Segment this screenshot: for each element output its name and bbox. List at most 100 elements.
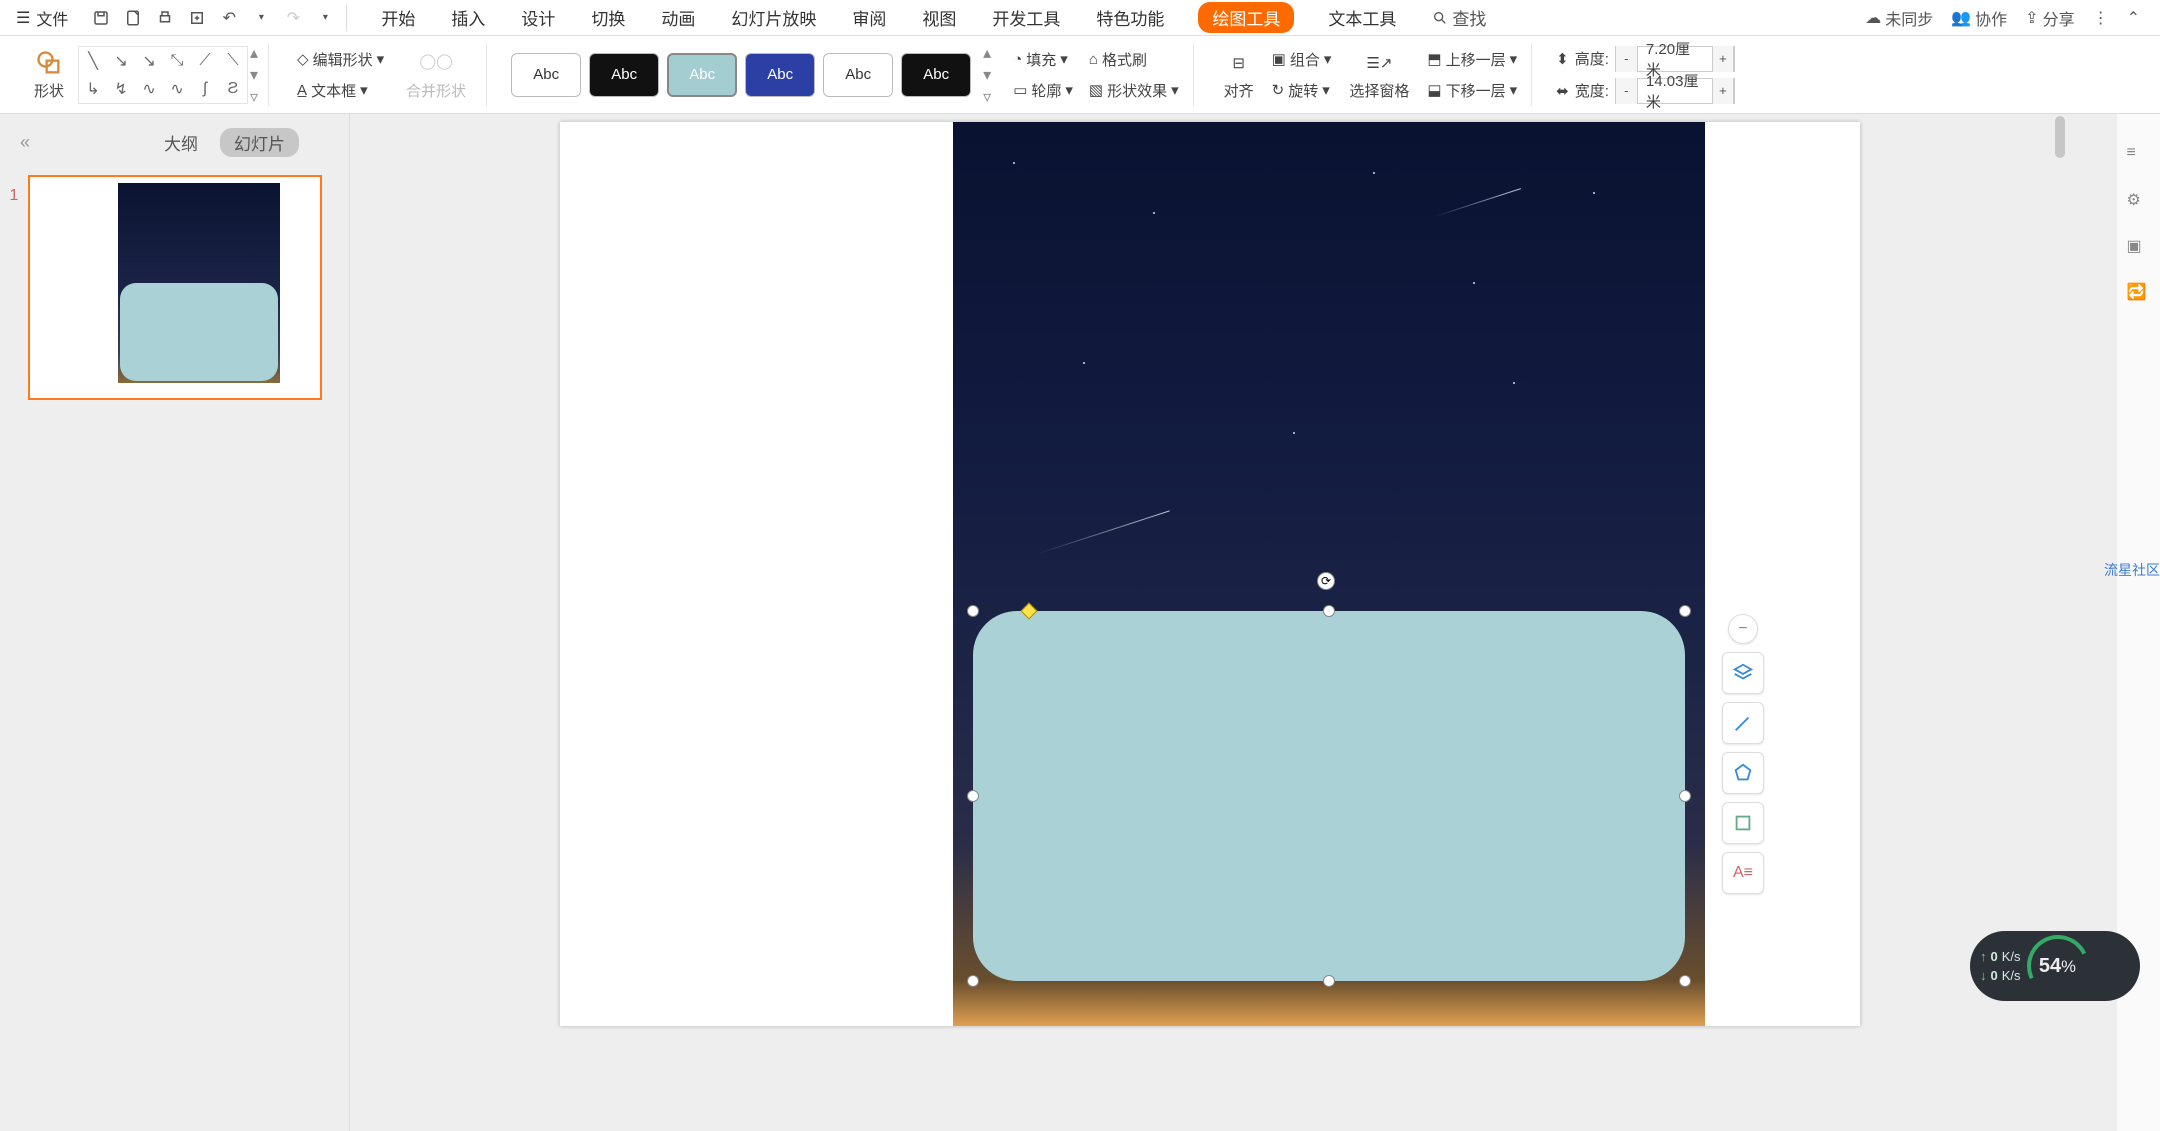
tab-transition[interactable]: 切换 xyxy=(589,1,627,34)
height-increment[interactable]: + xyxy=(1712,46,1734,72)
resize-handle-se[interactable] xyxy=(1679,975,1691,987)
line-icon[interactable]: ↘ xyxy=(109,49,133,73)
print-icon[interactable] xyxy=(156,9,174,27)
resize-handle-sw[interactable] xyxy=(967,975,979,987)
transfer-icon[interactable]: 🔁 xyxy=(2127,282,2151,306)
slide-thumbnail-1[interactable]: 1 xyxy=(28,175,322,400)
eyedropper-icon[interactable] xyxy=(1722,702,1764,744)
height-decrement[interactable]: - xyxy=(1616,46,1638,72)
tab-insert[interactable]: 插入 xyxy=(449,1,487,34)
line-icon[interactable]: ↘ xyxy=(137,49,161,73)
send-backward-button[interactable]: ⬓下移一层▾ xyxy=(1423,78,1521,103)
undo-dropdown-icon[interactable]: ▾ xyxy=(252,9,270,27)
resize-handle-s[interactable] xyxy=(1323,975,1335,987)
resize-handle-ne[interactable] xyxy=(1679,605,1691,617)
chevron-down-icon[interactable]: ▾ xyxy=(250,65,258,85)
tab-animation[interactable]: 动画 xyxy=(659,1,697,34)
tab-devtools[interactable]: 开发工具 xyxy=(990,1,1062,34)
network-widget[interactable]: ↑0K/s ↓0K/s 54% xyxy=(1970,931,2140,1001)
redo-icon[interactable]: ↷ xyxy=(284,9,302,27)
line-icon[interactable]: ʃ xyxy=(193,77,217,101)
align-button[interactable]: ⊟对齐 xyxy=(1218,46,1260,103)
line-icon[interactable]: ↯ xyxy=(109,77,133,101)
selection-pane-button[interactable]: ☰↗选择窗格 xyxy=(1343,46,1415,103)
width-value[interactable]: 14.03厘米 xyxy=(1638,70,1712,112)
print-preview-icon[interactable] xyxy=(124,9,142,27)
layers-icon[interactable] xyxy=(1722,652,1764,694)
settings-icon[interactable]: ⚙ xyxy=(2127,190,2151,214)
shape-effects-button[interactable]: ▧形状效果▾ xyxy=(1085,78,1183,103)
style-swatch-1[interactable]: Abc xyxy=(511,53,581,97)
more-icon[interactable]: ▿ xyxy=(250,87,258,107)
more-icon[interactable]: ⋮ xyxy=(2093,8,2109,28)
tab-start[interactable]: 开始 xyxy=(379,1,417,34)
style-swatch-2[interactable]: Abc xyxy=(589,53,659,97)
line-icon[interactable]: ⤡ xyxy=(165,49,189,73)
style-swatch-4[interactable]: Abc xyxy=(745,53,815,97)
resize-handle-n[interactable] xyxy=(1323,605,1335,617)
tab-view[interactable]: 视图 xyxy=(920,1,958,34)
tab-review[interactable]: 审阅 xyxy=(850,1,888,34)
undo-icon[interactable]: ↶ xyxy=(220,9,238,27)
edit-shape-button[interactable]: ◇编辑形状▾ xyxy=(293,47,388,72)
tab-drawingtools[interactable]: 绘图工具 xyxy=(1198,2,1294,33)
height-input[interactable]: - 7.20厘米 + xyxy=(1615,46,1735,72)
rail-hamburger-icon[interactable]: ≡ xyxy=(2127,144,2151,168)
line-icon[interactable]: ╲ xyxy=(81,49,105,73)
collab-button[interactable]: 👥协作 xyxy=(1951,6,2007,30)
chevron-up-icon[interactable]: ▴ xyxy=(250,43,258,63)
share-button[interactable]: ⇪分享 xyxy=(2025,6,2074,30)
qat-dropdown-icon[interactable]: ▾ xyxy=(316,9,334,27)
background-image[interactable]: ⟳ xyxy=(953,122,1705,1026)
group-button[interactable]: ▣组合▾ xyxy=(1268,47,1336,72)
line-icon[interactable]: ↳ xyxy=(81,77,105,101)
tab-features[interactable]: 特色功能 xyxy=(1094,1,1166,34)
tab-texttools[interactable]: 文本工具 xyxy=(1326,1,1398,34)
thumbnail-icon[interactable]: ▣ xyxy=(2127,236,2151,260)
resize-handle-e[interactable] xyxy=(1679,790,1691,802)
width-decrement[interactable]: - xyxy=(1616,78,1638,104)
canvas[interactable]: ⟳ − A≡ xyxy=(350,114,2116,1131)
rounded-rectangle-shape[interactable] xyxy=(973,611,1685,981)
outline-button[interactable]: ▭轮廓▾ xyxy=(1009,78,1077,103)
style-swatch-3[interactable]: Abc xyxy=(667,53,737,97)
gallery-scroll[interactable]: ▴▾▿ xyxy=(250,43,258,107)
line-icon[interactable]: Ƨ xyxy=(221,77,245,101)
style-swatch-5[interactable]: Abc xyxy=(823,53,893,97)
line-icon[interactable]: ∿ xyxy=(137,77,161,101)
select-similar-icon[interactable] xyxy=(1722,802,1764,844)
chevron-down-icon[interactable]: ▾ xyxy=(983,65,991,85)
tab-slides[interactable]: 幻灯片 xyxy=(220,128,299,157)
rotate-handle[interactable]: ⟳ xyxy=(1317,572,1335,590)
rotate-button[interactable]: ↻旋转▾ xyxy=(1268,78,1336,103)
line-icon[interactable]: ⟍ xyxy=(221,49,245,73)
style-swatch-6[interactable]: Abc xyxy=(901,53,971,97)
shape-change-icon[interactable] xyxy=(1722,752,1764,794)
collapse-ribbon-icon[interactable]: ⌃ xyxy=(2127,8,2140,28)
format-painter-button[interactable]: ⌂格式刷 xyxy=(1085,47,1183,72)
style-gallery-scroll[interactable]: ▴▾▿ xyxy=(983,43,991,107)
collapse-panel-icon[interactable]: « xyxy=(20,132,30,153)
textbox-button[interactable]: A̲文本框▾ xyxy=(293,78,388,103)
line-icon[interactable]: ⟋ xyxy=(193,49,217,73)
line-icon[interactable]: ∿ xyxy=(165,77,189,101)
more-icon[interactable]: ▿ xyxy=(983,87,991,107)
slide[interactable]: ⟳ xyxy=(560,122,1860,1026)
tab-outline[interactable]: 大纲 xyxy=(164,130,198,155)
save-icon[interactable] xyxy=(92,9,110,27)
fill-button[interactable]: ◔填充▾ xyxy=(1009,47,1077,72)
width-input[interactable]: - 14.03厘米 + xyxy=(1615,78,1735,104)
collapse-toolbar-icon[interactable]: − xyxy=(1728,614,1758,644)
tab-design[interactable]: 设计 xyxy=(519,1,557,34)
scrollbar-thumb[interactable] xyxy=(2055,116,2065,158)
search-button[interactable]: 查找 xyxy=(1430,1,1488,34)
bring-forward-button[interactable]: ⬒上移一层▾ xyxy=(1423,47,1521,72)
resize-handle-nw[interactable] xyxy=(967,605,979,617)
community-label[interactable]: 流星社区 xyxy=(2104,560,2160,580)
sync-status[interactable]: ☁未同步 xyxy=(1865,6,1933,30)
export-icon[interactable] xyxy=(188,9,206,27)
resize-handle-w[interactable] xyxy=(967,790,979,802)
shape-button[interactable]: 形状 xyxy=(28,46,70,103)
line-gallery[interactable]: ╲↘↘⤡⟋⟍ ↳↯∿∿ʃƧ xyxy=(78,46,248,104)
text-format-icon[interactable]: A≡ xyxy=(1722,852,1764,894)
